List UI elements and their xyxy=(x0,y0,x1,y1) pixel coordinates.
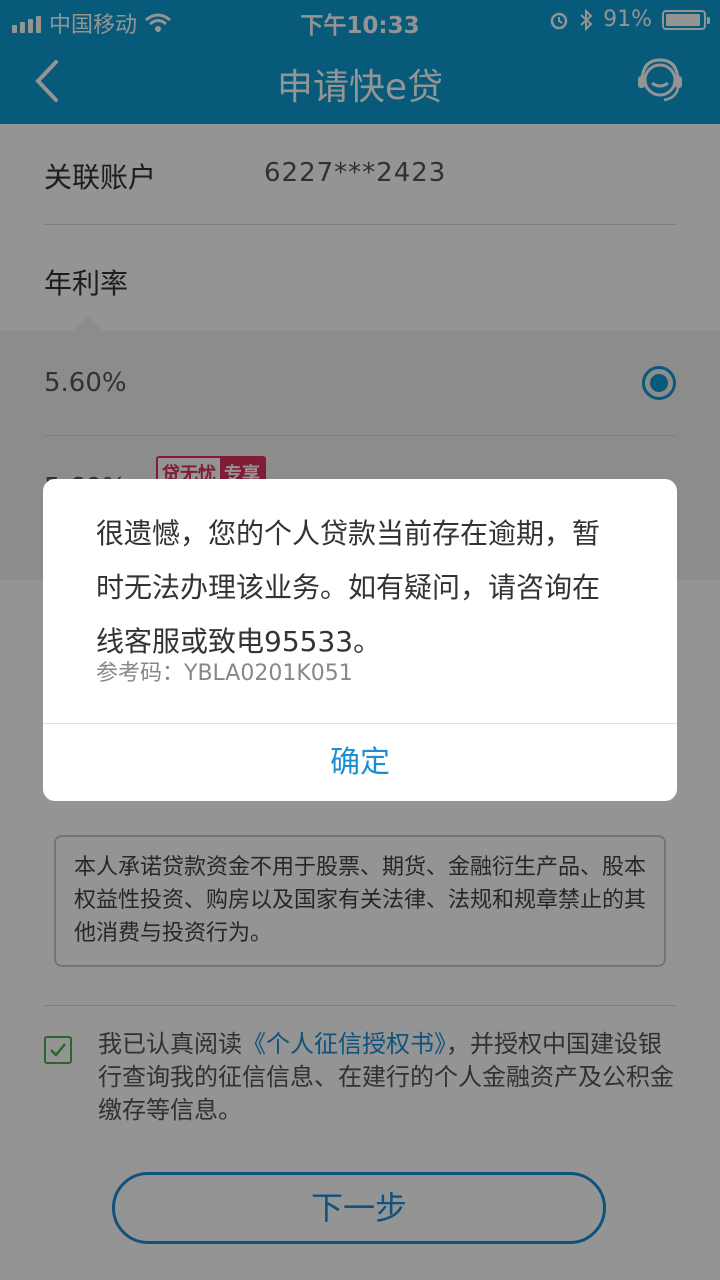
confirm-button[interactable]: 确定 xyxy=(43,724,677,801)
reference-code-value: YBLA0201K051 xyxy=(184,661,353,686)
reference-code-label: 参考码： xyxy=(96,661,185,686)
dialog-message: 很遗憾，您的个人贷款当前存在逾期，暂时无法办理该业务。如有疑问，请咨询在线客服或… xyxy=(96,517,601,658)
alert-dialog: 很遗憾，您的个人贷款当前存在逾期，暂时无法办理该业务。如有疑问，请咨询在线客服或… xyxy=(43,479,677,801)
reference-code: 参考码：YBLA0201K051 xyxy=(96,655,353,687)
modal-overlay-top xyxy=(0,0,720,124)
